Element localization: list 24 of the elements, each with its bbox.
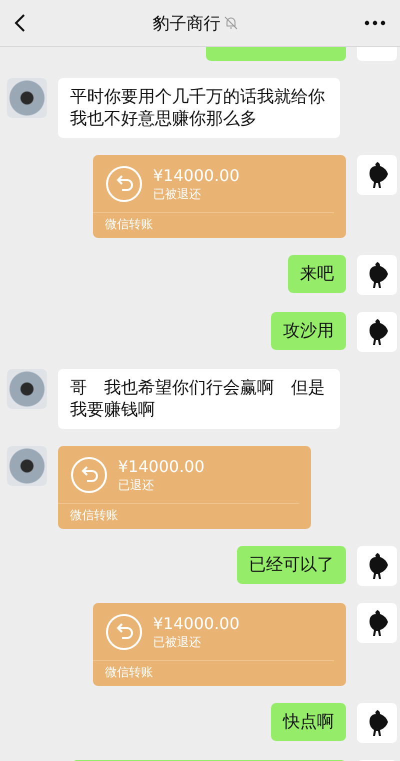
transfer-amount: ¥14000.00 — [153, 166, 240, 186]
message-bubble: 来吧 — [288, 255, 346, 293]
transfer-status: 已被退还 — [153, 186, 202, 202]
message-bubble: 已经可以了 — [237, 546, 346, 584]
message-bubble: 攻沙用 — [271, 312, 346, 350]
photo-placeholder — [7, 78, 47, 118]
back-chevron-icon — [14, 13, 26, 33]
transfer-card[interactable]: ¥14000.00 已被退还 微信转账 — [93, 603, 346, 686]
transfer-label: 微信转账 — [69, 507, 119, 524]
photo-placeholder — [7, 446, 47, 486]
chat-title: 豹子商行 — [152, 12, 220, 34]
more-dots-icon — [364, 20, 386, 26]
photo-placeholder — [7, 369, 47, 409]
message-bubble: 哥 我也希望你们行会赢啊 但是我要赚钱啊 — [58, 369, 340, 429]
transfer-card[interactable]: ¥14000.00 已退还 微信转账 — [58, 446, 311, 529]
transfer-amount: ¥14000.00 — [118, 457, 205, 477]
message-bubble: 平时你要用个几千万的话我就给你我也不好意思赚你那么多 — [58, 78, 340, 138]
transfer-card[interactable]: ¥14000.00 已被退还 微信转账 — [93, 155, 346, 238]
transfer-label: 微信转账 — [104, 216, 154, 233]
transfer-status: 已退还 — [118, 477, 155, 493]
transfer-label: 微信转账 — [104, 664, 154, 681]
transfer-status: 已被退还 — [153, 634, 202, 650]
transfer-amount: ¥14000.00 — [153, 614, 240, 634]
message-bubble: 快点啊 — [271, 703, 346, 741]
